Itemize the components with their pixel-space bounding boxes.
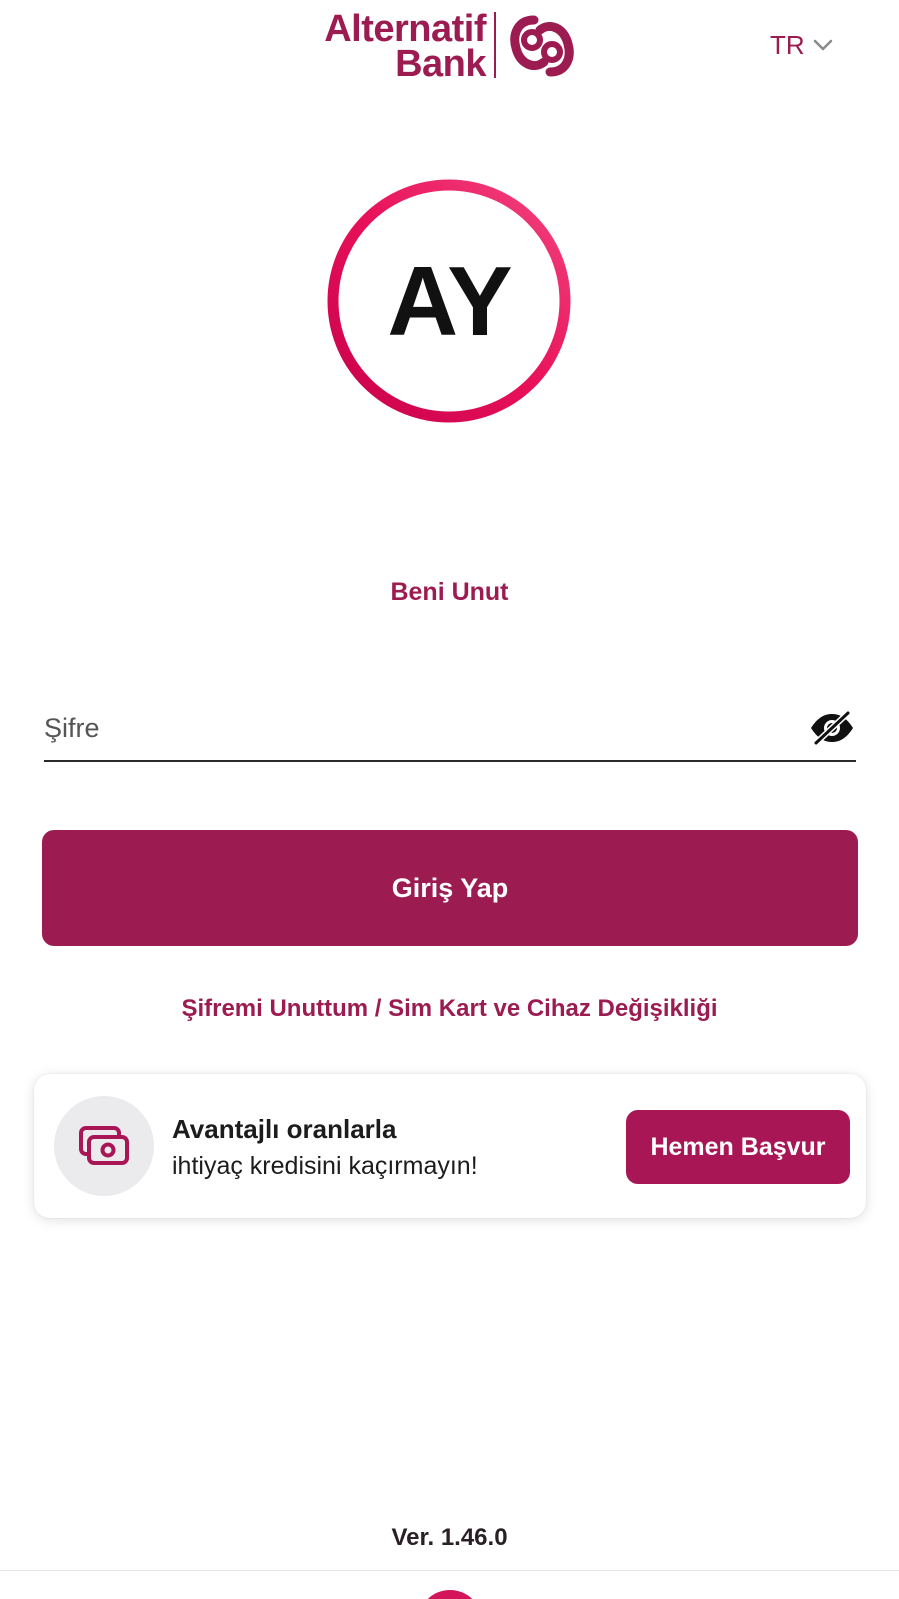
password-input[interactable]: [44, 706, 784, 750]
app-version: Ver. 1.46.0: [391, 1524, 508, 1551]
bottom-divider: [0, 1570, 899, 1571]
apply-now-label: Hemen Başvur: [650, 1132, 826, 1161]
login-screen: Alternatif Bank TR AY Beni Unut Giriş Ya…: [0, 0, 899, 1599]
loan-promo-card: Avantajlı oranlarla ihtiyaç kredisini ka…: [34, 1074, 866, 1218]
eye-off-icon[interactable]: [808, 710, 856, 746]
login-button-label: Giriş Yap: [391, 872, 509, 903]
bank-logo: Alternatif Bank: [316, 8, 584, 85]
logo-line-2: Bank: [395, 43, 486, 85]
avatar-initials: AY: [387, 245, 512, 356]
forgot-password-link[interactable]: Şifremi Unuttum / Sim Kart ve Cihaz Deği…: [0, 995, 899, 1023]
user-avatar: AY: [326, 178, 572, 424]
login-button[interactable]: Giriş Yap: [42, 830, 858, 946]
apply-now-button[interactable]: Hemen Başvur: [626, 1110, 850, 1184]
password-field: [44, 700, 856, 762]
promo-subtitle: ihtiyaç kredisini kaçırmayın!: [172, 1152, 478, 1180]
promo-title: Avantajlı oranlarla: [172, 1114, 397, 1144]
language-label: TR: [770, 29, 805, 60]
logo-divider: [494, 12, 496, 78]
promo-icon-circle: [54, 1096, 154, 1196]
chevron-down-icon: [813, 39, 832, 51]
language-selector[interactable]: TR: [770, 28, 833, 62]
cash-icon: [79, 1126, 129, 1165]
bottom-nav-button[interactable]: [418, 1590, 482, 1599]
forget-me-link[interactable]: Beni Unut: [0, 578, 899, 607]
logo-mark-icon: [510, 15, 574, 77]
